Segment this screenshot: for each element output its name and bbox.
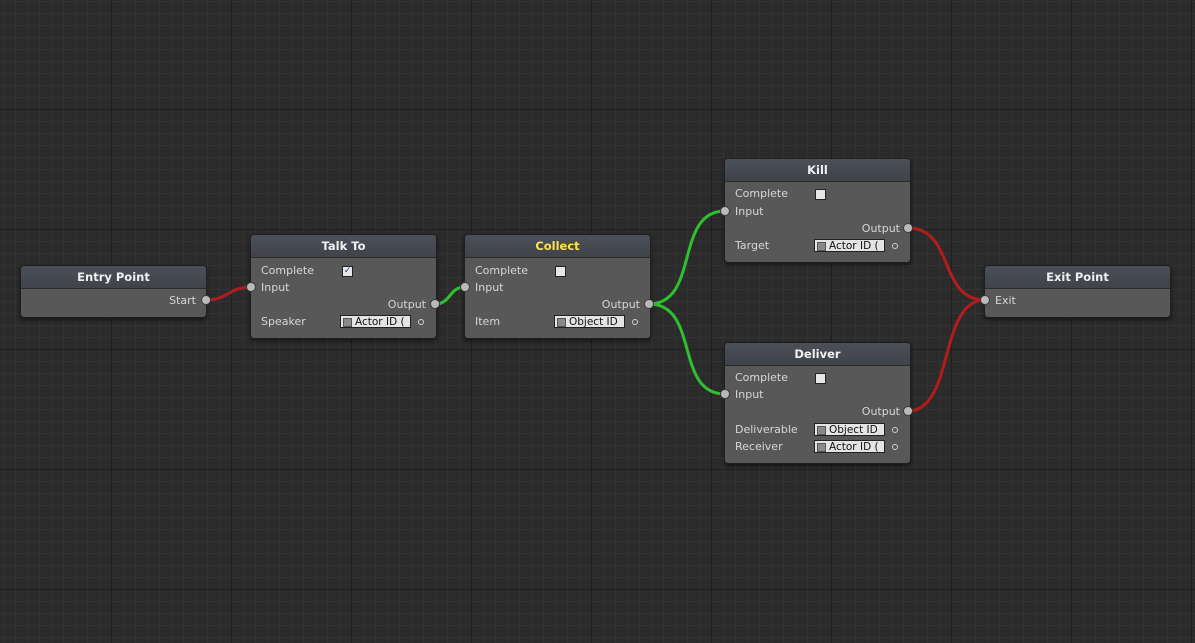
kill-node[interactable]: Kill Complete Input Output Target Actor …: [724, 158, 911, 263]
node-title: Entry Point: [21, 266, 206, 289]
exit-port-label: Exit: [995, 294, 1016, 307]
node-title: Exit Point: [985, 266, 1170, 289]
receiver-label: Receiver: [735, 440, 783, 453]
node-graph-canvas[interactable]: Entry Point Start Talk To Complete ✓ Inp…: [0, 0, 1195, 643]
talk-to-input-port[interactable]: [246, 282, 256, 292]
complete-label: Complete: [735, 187, 789, 200]
item-value: Object ID: [569, 316, 618, 328]
target-label: Target: [735, 239, 770, 252]
node-title: Collect: [465, 235, 650, 258]
kill-output-port[interactable]: [903, 223, 913, 233]
input-port-label: Input: [735, 388, 764, 401]
target-field[interactable]: Actor ID (: [814, 239, 885, 252]
talk-to-output-port[interactable]: [430, 299, 440, 309]
object-picker-icon[interactable]: [632, 319, 638, 325]
output-port-label: Output: [861, 222, 900, 235]
output-port-label: Output: [387, 298, 426, 311]
actor-icon: [817, 443, 826, 452]
start-port-label: Start: [169, 294, 196, 307]
output-port-label: Output: [601, 298, 640, 311]
complete-label: Complete: [261, 264, 315, 277]
deliver-output-port[interactable]: [903, 406, 913, 416]
entry-point-node[interactable]: Entry Point Start: [20, 265, 207, 318]
complete-label: Complete: [475, 264, 529, 277]
complete-checkbox[interactable]: ✓: [342, 266, 353, 277]
target-value: Actor ID (: [829, 240, 879, 252]
object-picker-icon[interactable]: [892, 427, 898, 433]
item-label: Item: [475, 315, 501, 328]
deliverable-value: Object ID: [829, 424, 878, 436]
collect-node[interactable]: Collect Complete Input Output Item Objec…: [464, 234, 651, 339]
node-title: Talk To: [251, 235, 436, 258]
wire-collect-to-deliver[interactable]: [648, 302, 726, 396]
exit-point-node[interactable]: Exit Point Exit: [984, 265, 1171, 318]
object-picker-icon[interactable]: [892, 243, 898, 249]
speaker-field[interactable]: Actor ID (: [340, 315, 411, 328]
input-port-label: Input: [261, 281, 290, 294]
kill-input-port[interactable]: [720, 206, 730, 216]
receiver-field[interactable]: Actor ID (: [814, 440, 885, 453]
wire-kill-to-exit[interactable]: [907, 226, 986, 302]
exit-input-port[interactable]: [980, 295, 990, 305]
output-port-label: Output: [861, 405, 900, 418]
collect-output-port[interactable]: [644, 299, 654, 309]
wire-deliver-to-exit[interactable]: [907, 298, 986, 413]
actor-icon: [817, 242, 826, 251]
object-picker-icon[interactable]: [418, 319, 424, 325]
talk-to-node[interactable]: Talk To Complete ✓ Input Output Speaker …: [250, 234, 437, 339]
actor-icon: [343, 318, 352, 327]
wire-entry-to-talkto[interactable]: [205, 285, 252, 302]
object-icon: [817, 426, 826, 435]
deliver-input-port[interactable]: [720, 389, 730, 399]
deliver-node[interactable]: Deliver Complete Input Output Deliverabl…: [724, 342, 911, 464]
deliverable-label: Deliverable: [735, 423, 798, 436]
collect-input-port[interactable]: [460, 282, 470, 292]
deliverable-field[interactable]: Object ID: [814, 423, 885, 436]
node-title: Kill: [725, 159, 910, 182]
input-port-label: Input: [475, 281, 504, 294]
receiver-value: Actor ID (: [829, 441, 879, 453]
complete-checkbox[interactable]: [555, 266, 566, 277]
object-icon: [557, 318, 566, 327]
object-picker-icon[interactable]: [892, 444, 898, 450]
wire-collect-to-kill[interactable]: [648, 209, 726, 306]
input-port-label: Input: [735, 205, 764, 218]
node-title: Deliver: [725, 343, 910, 366]
start-output-port[interactable]: [201, 295, 211, 305]
complete-label: Complete: [735, 371, 789, 384]
complete-checkbox[interactable]: [815, 373, 826, 384]
item-field[interactable]: Object ID: [554, 315, 625, 328]
complete-checkbox[interactable]: [815, 189, 826, 200]
speaker-value: Actor ID (: [355, 316, 405, 328]
speaker-label: Speaker: [261, 315, 306, 328]
